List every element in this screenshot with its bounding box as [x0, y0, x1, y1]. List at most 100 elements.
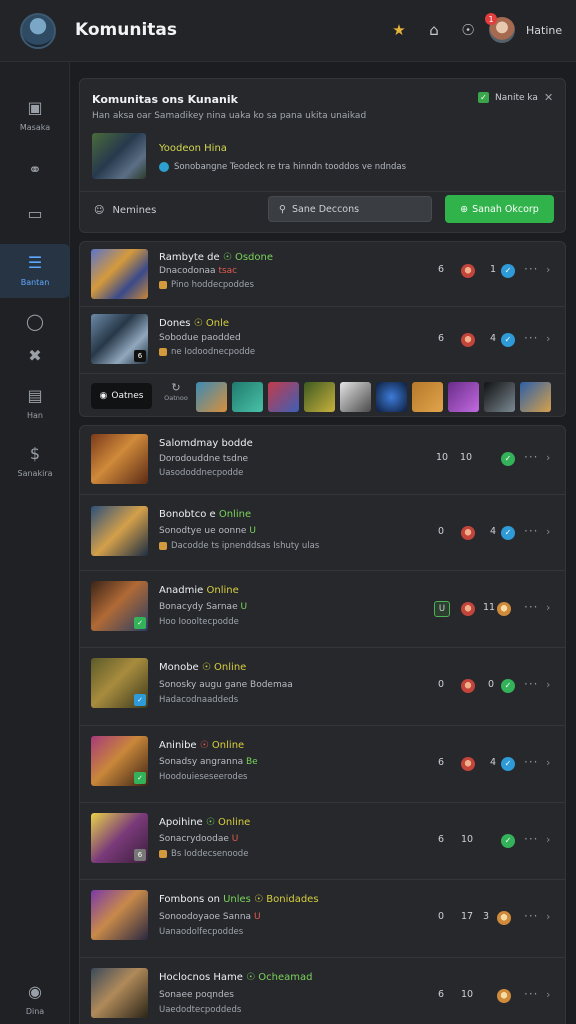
- more-options-icon[interactable]: ···: [524, 987, 538, 1001]
- character-thumbnail[interactable]: ✓: [91, 736, 148, 786]
- more-options-icon[interactable]: ···: [524, 677, 538, 691]
- game-tile[interactable]: [448, 382, 479, 412]
- character-thumbnail[interactable]: [91, 249, 148, 299]
- game-tile[interactable]: [268, 382, 299, 412]
- verified-icon: ✓: [501, 333, 515, 347]
- more-options-icon[interactable]: ···: [524, 331, 538, 345]
- more-options-icon[interactable]: ···: [524, 755, 538, 769]
- sidebar-item-monitor[interactable]: ▭: [0, 204, 70, 224]
- reaction-avatar[interactable]: [461, 757, 475, 771]
- chevron-right-icon[interactable]: ›: [546, 678, 550, 691]
- reaction-avatar[interactable]: [461, 602, 475, 616]
- list-item[interactable]: ✓ Monobe ☉ Online Sonosky augu gane Bode…: [80, 648, 565, 726]
- more-options-icon[interactable]: ···: [524, 832, 538, 846]
- sidebar-item-folder[interactable]: ▤ Han: [0, 386, 70, 420]
- reaction-avatar[interactable]: [461, 264, 475, 278]
- member-name[interactable]: Aninibe ☉ Online: [159, 740, 244, 751]
- sidebar-item-money[interactable]: $ Sanakira: [0, 444, 70, 478]
- sidebar-item-links[interactable]: ⚭: [0, 160, 70, 180]
- member-name[interactable]: Salomdmay bodde: [159, 438, 253, 449]
- compass-icon[interactable]: ☉: [458, 20, 478, 40]
- chevron-right-icon[interactable]: ›: [546, 756, 550, 769]
- game-tile[interactable]: [376, 382, 407, 412]
- reaction-avatar[interactable]: [461, 526, 475, 540]
- list-item[interactable]: ✓ Aninibe ☉ Online Sonadsy angranna Be H…: [80, 726, 565, 803]
- list-item[interactable]: 6 Apoihine ☉ Online Sonacrydoodae U Bs I…: [80, 803, 565, 880]
- list-item[interactable]: Hoclocnos Hame ☉ Ocheamad Sonaee poqndes…: [80, 958, 565, 1024]
- chevron-right-icon[interactable]: ›: [546, 451, 550, 464]
- games-button[interactable]: ◉ Oatnes: [91, 383, 152, 409]
- member-name[interactable]: Rambyte de ☉ Osdone: [159, 252, 273, 263]
- search-input[interactable]: ⚲ Sane Deccons: [268, 196, 432, 222]
- chevron-right-icon[interactable]: ›: [546, 525, 550, 538]
- more-options-icon[interactable]: ···: [524, 450, 538, 464]
- sidebar-item-games[interactable]: ◉ Dina: [0, 982, 70, 1016]
- reaction-avatar[interactable]: [497, 989, 511, 1003]
- featured-title[interactable]: Yoodeon Hina: [159, 143, 227, 154]
- game-tile[interactable]: [232, 382, 263, 412]
- member-name[interactable]: Anadmie Online: [159, 585, 239, 596]
- list-item[interactable]: Fombons on Unles ☉ Bonidades Sonoodoyaoe…: [80, 880, 565, 958]
- list-item[interactable]: Salomdmay bodde Dorodouddne tsdne Uasodo…: [80, 426, 565, 495]
- character-thumbnail[interactable]: [91, 506, 148, 556]
- more-options-icon[interactable]: ···: [524, 600, 538, 614]
- character-thumbnail[interactable]: 6: [91, 314, 148, 364]
- game-tile[interactable]: [412, 382, 443, 412]
- notify-toggle[interactable]: ✓ Nanite ka: [478, 92, 538, 103]
- list-item[interactable]: Rambyte de ☉ Osdone Dnacodonaa tsac Pino…: [80, 242, 565, 307]
- games-strip: ◉ Oatnes ↻ Oatnoo: [80, 373, 565, 417]
- character-thumbnail[interactable]: [91, 434, 148, 484]
- reaction-avatar[interactable]: [497, 602, 511, 616]
- user-name[interactable]: Hatine: [526, 24, 562, 37]
- member-name[interactable]: Apoihine ☉ Online: [159, 817, 250, 828]
- chevron-right-icon[interactable]: ›: [546, 601, 550, 614]
- sidebar-item-list[interactable]: ☰ Bantan: [0, 244, 70, 298]
- featured-thumbnail[interactable]: [92, 133, 146, 179]
- member-meta: Hoo Ioooltecpodde: [159, 617, 239, 627]
- stat-box[interactable]: U: [434, 601, 450, 617]
- trophy-icon[interactable]: ★: [389, 20, 409, 40]
- list-item[interactable]: ✓ Anadmie Online Bonacydy Sarnae U Hoo I…: [80, 571, 565, 648]
- character-thumbnail[interactable]: ✓: [91, 581, 148, 631]
- sidebar-item-coins[interactable]: ◯: [0, 312, 70, 332]
- sidebar-item-tools[interactable]: ✖: [0, 346, 70, 366]
- chevron-right-icon[interactable]: ›: [546, 263, 550, 276]
- checkbox-icon[interactable]: ✓: [478, 92, 489, 103]
- join-button[interactable]: ⊕ Sanah Okcorp: [445, 195, 554, 223]
- gamepad-icon: ◉: [28, 982, 42, 1001]
- character-thumbnail[interactable]: 6: [91, 813, 148, 863]
- character-thumbnail[interactable]: ✓: [91, 658, 148, 708]
- home-icon[interactable]: ⌂: [424, 20, 444, 40]
- character-thumbnail[interactable]: [91, 968, 148, 1018]
- character-thumbnail[interactable]: [91, 890, 148, 940]
- game-tile[interactable]: [196, 382, 227, 412]
- sidebar-item-label: Sanakira: [17, 469, 53, 478]
- chevron-right-icon[interactable]: ›: [546, 988, 550, 1001]
- list-item[interactable]: Bonobtco e Online Sonodtye ue oonne U Da…: [80, 495, 565, 571]
- list-item[interactable]: 6 Dones ☉ Onle Sobodue paodded ne Iodood…: [80, 307, 565, 373]
- refresh-button[interactable]: ↻ Oatnoo: [162, 381, 190, 402]
- sidebar-item-label: Bantan: [20, 278, 50, 287]
- reaction-avatar[interactable]: [497, 911, 511, 925]
- member-name[interactable]: Monobe ☉ Online: [159, 662, 246, 673]
- chevron-right-icon[interactable]: ›: [546, 332, 550, 345]
- chevron-right-icon[interactable]: ›: [546, 833, 550, 846]
- more-options-icon[interactable]: ···: [524, 524, 538, 538]
- reaction-avatar[interactable]: [461, 333, 475, 347]
- member-name[interactable]: Bonobtco e Online: [159, 509, 251, 520]
- community-logo[interactable]: [20, 13, 56, 49]
- members-filter[interactable]: ☺ Nemines: [94, 205, 156, 216]
- sidebar-item-messages[interactable]: ▣ Masaka: [0, 98, 70, 132]
- chevron-right-icon[interactable]: ›: [546, 910, 550, 923]
- close-icon[interactable]: ✕: [544, 91, 553, 104]
- more-options-icon[interactable]: ···: [524, 909, 538, 923]
- member-name[interactable]: Hoclocnos Hame ☉ Ocheamad: [159, 972, 312, 983]
- reaction-avatar[interactable]: [461, 679, 475, 693]
- member-name[interactable]: Dones ☉ Onle: [159, 318, 229, 329]
- game-tile[interactable]: [520, 382, 551, 412]
- more-options-icon[interactable]: ···: [524, 262, 538, 276]
- game-tile[interactable]: [484, 382, 515, 412]
- member-name[interactable]: Fombons on Unles ☉ Bonidades: [159, 894, 319, 905]
- game-tile[interactable]: [304, 382, 335, 412]
- game-tile[interactable]: [340, 382, 371, 412]
